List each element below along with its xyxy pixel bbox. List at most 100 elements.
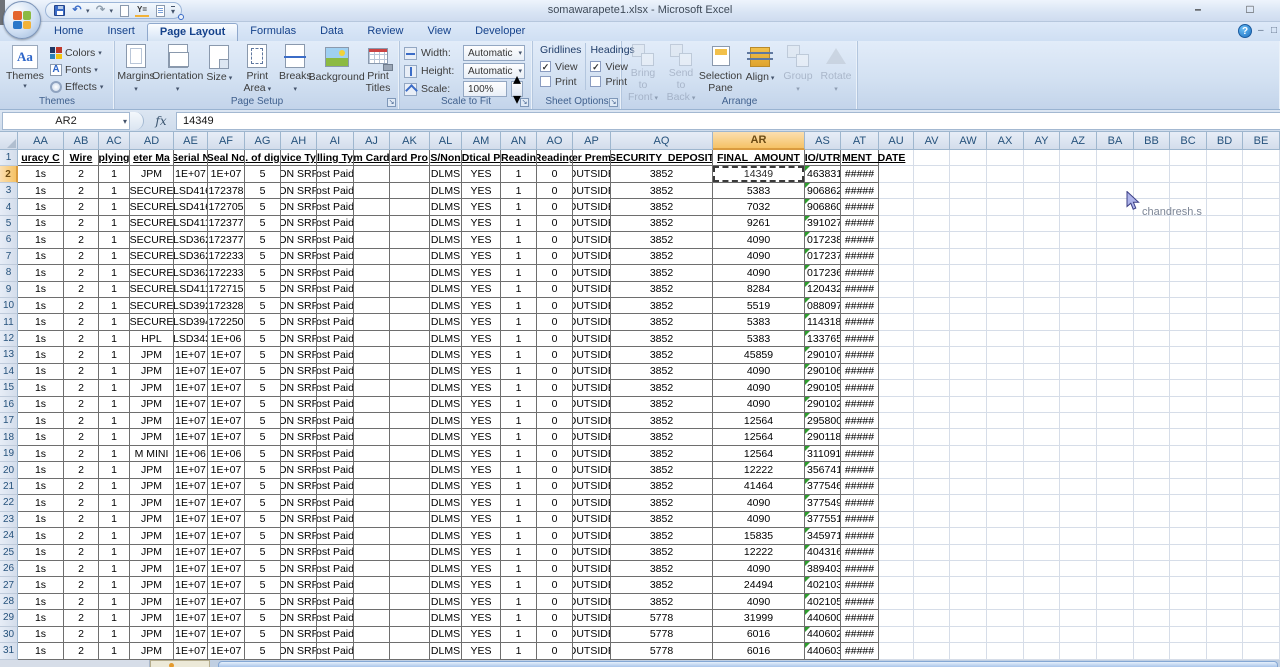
cell-BA10[interactable] [1097,298,1134,314]
cell-AG17[interactable]: 5 [245,413,281,429]
cell-AB10[interactable]: 2 [64,298,99,314]
cell-AE8[interactable]: ILSD362 [174,265,208,281]
restore-button[interactable]: □ [1240,2,1260,16]
cell-AP12[interactable]: OUTSIDE [573,331,611,347]
cell-AQ28[interactable]: 3852 [611,594,713,610]
cell-AG29[interactable]: 5 [245,610,281,626]
cell-AJ24[interactable] [354,528,390,544]
cell-AM9[interactable]: YES [462,282,501,298]
cell-BB28[interactable] [1134,594,1170,610]
cell-AF11[interactable]: 172250 [208,314,245,330]
cell-AJ23[interactable] [354,512,390,528]
cell-AM30[interactable]: YES [462,627,501,643]
workbook-restore-button[interactable]: □ [1271,25,1277,36]
cell-BA25[interactable] [1097,545,1134,561]
cell-AQ16[interactable]: 3852 [611,397,713,413]
cell-AL3[interactable]: DLMS [430,183,462,199]
cell-BC16[interactable] [1170,397,1207,413]
cell-AN1[interactable]: Readin [501,150,537,166]
cell-AJ8[interactable] [354,265,390,281]
cell-AO20[interactable]: 0 [537,462,573,478]
cell-AS29[interactable]: 440600 [805,610,841,626]
cell-AQ13[interactable]: 3852 [611,347,713,363]
cell-BA12[interactable] [1097,331,1134,347]
cell-AZ1[interactable] [1060,150,1097,166]
cell-AE22[interactable]: 1E+07 [174,495,208,511]
cell-AH7[interactable]: ON SRP [281,249,317,265]
cell-AO8[interactable]: 0 [537,265,573,281]
cell-AB18[interactable]: 2 [64,429,99,445]
cell-AE28[interactable]: 1E+07 [174,594,208,610]
cell-AA24[interactable]: 1s [18,528,64,544]
cell-AJ12[interactable] [354,331,390,347]
cell-AL24[interactable]: DLMS [430,528,462,544]
cell-AY26[interactable] [1024,561,1060,577]
cell-AS3[interactable]: 9068628 [805,183,841,199]
cell-AP23[interactable]: OUTSIDE [573,512,611,528]
effects-button[interactable]: Effects▾ [48,79,105,95]
cell-BE9[interactable] [1243,282,1280,298]
cell-BA28[interactable] [1097,594,1134,610]
cell-BE16[interactable] [1243,397,1280,413]
cell-AB11[interactable]: 2 [64,314,99,330]
cell-AH22[interactable]: ON SRP [281,495,317,511]
cell-AR20[interactable]: 12222 [713,462,805,478]
cell-AL28[interactable]: DLMS [430,594,462,610]
cell-AR12[interactable]: 5383 [713,331,805,347]
cell-BC28[interactable] [1170,594,1207,610]
cell-AI17[interactable]: ost Paid [317,413,354,429]
cell-BE11[interactable] [1243,314,1280,330]
cell-AN9[interactable]: 1 [501,282,537,298]
cell-AV11[interactable] [914,314,950,330]
cell-AA16[interactable]: 1s [18,397,64,413]
cell-AI16[interactable]: ost Paid [317,397,354,413]
cell-AJ21[interactable] [354,479,390,495]
cell-AO28[interactable]: 0 [537,594,573,610]
align-button[interactable]: Align ▾ [741,43,779,95]
cell-AF10[interactable]: 172328 [208,298,245,314]
cell-AE2[interactable]: 1E+07 [174,166,208,182]
cell-AB27[interactable]: 2 [64,577,99,593]
cell-AE31[interactable]: 1E+07 [174,643,208,659]
cell-AH17[interactable]: ON SRP [281,413,317,429]
cell-AX11[interactable] [987,314,1024,330]
cell-AJ31[interactable] [354,643,390,659]
row-header-4[interactable]: 4 [0,199,18,215]
cell-AL1[interactable]: S/Non [430,150,462,166]
cell-AM7[interactable]: YES [462,249,501,265]
cell-BC18[interactable] [1170,429,1207,445]
cell-AQ4[interactable]: 3852 [611,199,713,215]
cell-AU29[interactable] [879,610,914,626]
cell-AG5[interactable]: 5 [245,216,281,232]
cell-AA26[interactable]: 1s [18,561,64,577]
cell-AM6[interactable]: YES [462,232,501,248]
cell-AI25[interactable]: ost Paid [317,545,354,561]
cell-AA2[interactable]: 1s [18,166,64,182]
cell-BA9[interactable] [1097,282,1134,298]
cell-AM8[interactable]: YES [462,265,501,281]
column-header-al[interactable]: AL [430,132,462,150]
cell-AI15[interactable]: ost Paid [317,380,354,396]
cell-AW31[interactable] [950,643,987,659]
cell-BD25[interactable] [1207,545,1243,561]
cell-AR1[interactable]: FINAL_AMOUNT [713,150,805,166]
cell-AA27[interactable]: 1s [18,577,64,593]
cell-AK19[interactable] [390,446,430,462]
cell-AT10[interactable]: ##### [841,298,879,314]
cell-AH26[interactable]: ON SRP [281,561,317,577]
cell-AD23[interactable]: JPM [130,512,174,528]
cell-AU19[interactable] [879,446,914,462]
cell-AJ9[interactable] [354,282,390,298]
cell-AU3[interactable] [879,183,914,199]
cell-AR11[interactable]: 5383 [713,314,805,330]
headings-view-checkbox[interactable]: ✓ [590,61,601,72]
cell-AJ15[interactable] [354,380,390,396]
cell-AY8[interactable] [1024,265,1060,281]
cell-AP10[interactable]: OUTSIDE [573,298,611,314]
cell-BC22[interactable] [1170,495,1207,511]
cell-BD11[interactable] [1207,314,1243,330]
row-header-23[interactable]: 23 [0,512,18,528]
horizontal-scrollbar[interactable] [218,661,1278,667]
cell-BB17[interactable] [1134,413,1170,429]
cell-AO1[interactable]: Reading [537,150,573,166]
